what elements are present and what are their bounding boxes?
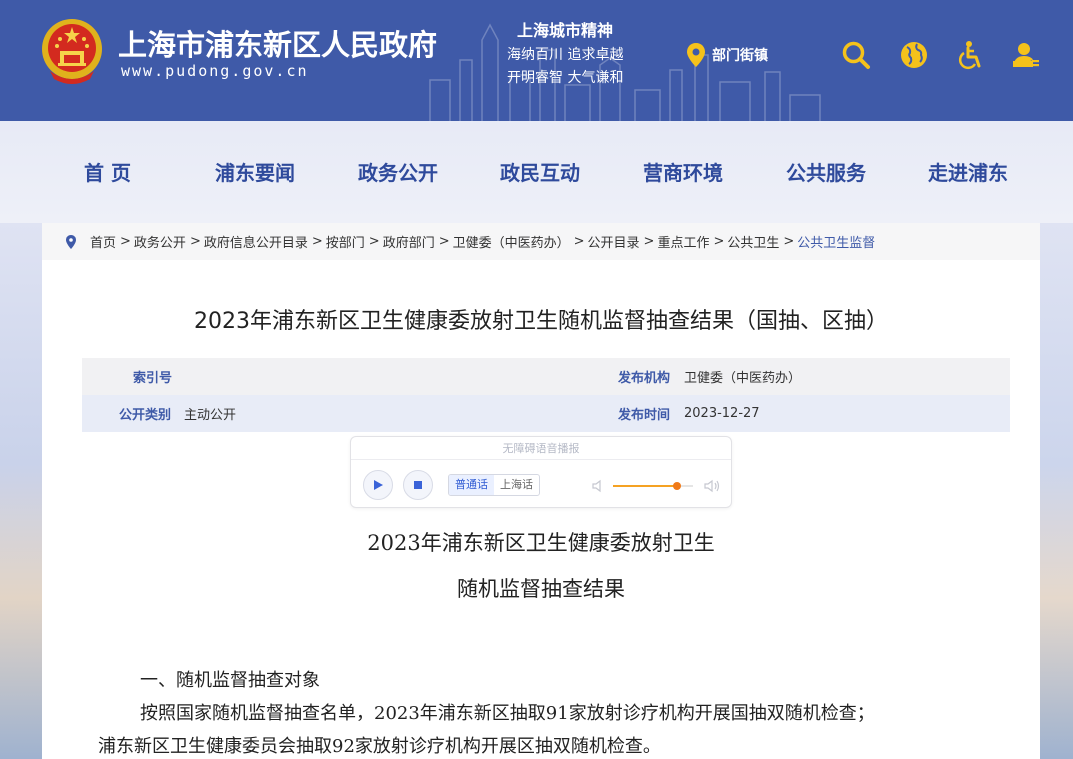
globe-icon[interactable] bbox=[899, 40, 929, 70]
index-number-label: 索引号 bbox=[133, 371, 173, 386]
play-button[interactable] bbox=[363, 470, 393, 500]
volume-slider-fill bbox=[613, 485, 677, 487]
volume-low-icon bbox=[592, 479, 601, 493]
breadcrumb-separator: > bbox=[643, 234, 655, 249]
category-value: 主动公开 bbox=[184, 408, 237, 423]
publish-date-value: 2023-12-27 bbox=[684, 406, 760, 421]
shanghainese-option[interactable]: 上海话 bbox=[494, 475, 539, 495]
play-icon bbox=[374, 480, 383, 490]
article-subtitle: 2023年浦东新区卫生健康委放射卫生 bbox=[367, 531, 715, 555]
breadcrumb-item[interactable]: 政务公开 bbox=[134, 232, 186, 251]
mandarin-option[interactable]: 普通话 bbox=[449, 475, 494, 495]
breadcrumb-item[interactable]: 政府信息公开目录 bbox=[204, 232, 308, 251]
breadcrumb-separator: > bbox=[189, 234, 201, 249]
breadcrumb-separator: > bbox=[311, 234, 323, 249]
audio-player: 无障碍语音播报 普通话 上海话 bbox=[350, 436, 732, 508]
paragraph: 浦东新区卫生健康委员会抽取92家放射诊疗机构开展区抽双随机检查。 bbox=[98, 736, 661, 757]
breadcrumb-separator: > bbox=[368, 234, 380, 249]
volume-high-icon bbox=[704, 479, 720, 493]
nav-item-business[interactable]: 营商环境 bbox=[643, 157, 723, 186]
breadcrumb-item[interactable]: 公共卫生 bbox=[727, 232, 779, 251]
skyline-decoration bbox=[429, 23, 821, 121]
national-emblem-icon bbox=[42, 19, 102, 84]
publisher-value: 卫健委（中医药办） bbox=[684, 371, 802, 386]
site-title[interactable]: 上海市浦东新区人民政府 bbox=[118, 22, 437, 64]
breadcrumb-item[interactable]: 首页 bbox=[90, 232, 116, 251]
breadcrumb-separator: > bbox=[120, 234, 131, 249]
department-street-link[interactable]: 部门街镇 bbox=[686, 42, 768, 68]
search-icon[interactable] bbox=[841, 40, 871, 70]
breadcrumb-separator: > bbox=[713, 234, 725, 249]
breadcrumb-separator: > bbox=[438, 234, 450, 249]
publisher-label: 发布机构 bbox=[618, 371, 671, 386]
language-toggle: 普通话 上海话 bbox=[448, 474, 540, 496]
audio-player-hint: 无障碍语音播报 bbox=[351, 437, 731, 460]
background-scenery bbox=[1040, 223, 1073, 759]
location-pin-icon bbox=[66, 234, 76, 249]
publish-date-label: 发布时间 bbox=[618, 408, 671, 423]
meta-row: 公开类别 主动公开 发布时间 2023-12-27 bbox=[82, 395, 1010, 432]
department-street-label: 部门街镇 bbox=[712, 48, 768, 64]
nav-item-about-pudong[interactable]: 走进浦东 bbox=[928, 157, 1008, 186]
nav-item-gov-affairs[interactable]: 政务公开 bbox=[358, 157, 438, 186]
stop-button[interactable] bbox=[403, 470, 433, 500]
stop-icon bbox=[414, 481, 422, 489]
accessibility-icon[interactable] bbox=[955, 40, 985, 70]
breadcrumb-item[interactable]: 卫健委（中医药办） bbox=[453, 232, 570, 251]
breadcrumb: 首页 > 政务公开 > 政府信息公开目录 > 按部门 > 政府部门 > 卫健委（… bbox=[42, 223, 1040, 260]
nav-item-news[interactable]: 浦东要闻 bbox=[215, 157, 295, 186]
breadcrumb-separator: > bbox=[573, 234, 585, 249]
breadcrumb-item[interactable]: 重点工作 bbox=[657, 232, 709, 251]
nav-item-home[interactable]: 首 页 bbox=[84, 157, 131, 186]
city-spirit-title: 上海城市精神 bbox=[517, 21, 614, 40]
breadcrumb-item[interactable]: 政府部门 bbox=[383, 232, 435, 251]
nav-item-interaction[interactable]: 政民互动 bbox=[500, 157, 580, 186]
breadcrumb-item[interactable]: 公开目录 bbox=[588, 232, 640, 251]
section-heading: 一、随机监督抽查对象 bbox=[140, 670, 320, 691]
city-spirit-line: 海纳百川 追求卓越 bbox=[507, 47, 624, 63]
meta-row: 索引号 发布机构 卫健委（中医药办） bbox=[82, 358, 1010, 395]
background-scenery bbox=[0, 223, 42, 759]
nav-item-public-service[interactable]: 公共服务 bbox=[786, 157, 866, 186]
paragraph: 按照国家随机监督抽查名单，2023年浦东新区抽取91家放射诊疗机构开展国抽双随机… bbox=[140, 703, 875, 724]
volume-slider[interactable] bbox=[613, 482, 693, 490]
article-meta-table: 索引号 发布机构 卫健委（中医药办） 公开类别 主动公开 发布时间 2023-1… bbox=[82, 358, 1010, 432]
main-nav: 首 页 浦东要闻 政务公开 政民互动 营商环境 公共服务 走进浦东 bbox=[0, 121, 1073, 223]
volume-slider-handle[interactable] bbox=[673, 482, 681, 490]
user-icon[interactable] bbox=[1011, 40, 1041, 70]
site-header: 上海市浦东新区人民政府 www.pudong.gov.cn 上海城市精神 海纳百… bbox=[0, 0, 1073, 121]
category-label: 公开类别 bbox=[119, 408, 172, 423]
article-card: 首页 > 政务公开 > 政府信息公开目录 > 按部门 > 政府部门 > 卫健委（… bbox=[42, 223, 1040, 759]
article-title: 2023年浦东新区卫生健康委放射卫生随机监督抽查结果（国抽、区抽） bbox=[194, 309, 888, 334]
breadcrumb-current[interactable]: 公共卫生监督 bbox=[797, 232, 875, 251]
breadcrumb-separator: > bbox=[783, 234, 795, 249]
breadcrumb-item[interactable]: 按部门 bbox=[326, 232, 365, 251]
location-pin-icon bbox=[687, 43, 705, 67]
city-spirit-line: 开明睿智 大气谦和 bbox=[507, 70, 624, 86]
article-subtitle: 随机监督抽查结果 bbox=[457, 577, 625, 601]
site-url[interactable]: www.pudong.gov.cn bbox=[121, 62, 309, 80]
